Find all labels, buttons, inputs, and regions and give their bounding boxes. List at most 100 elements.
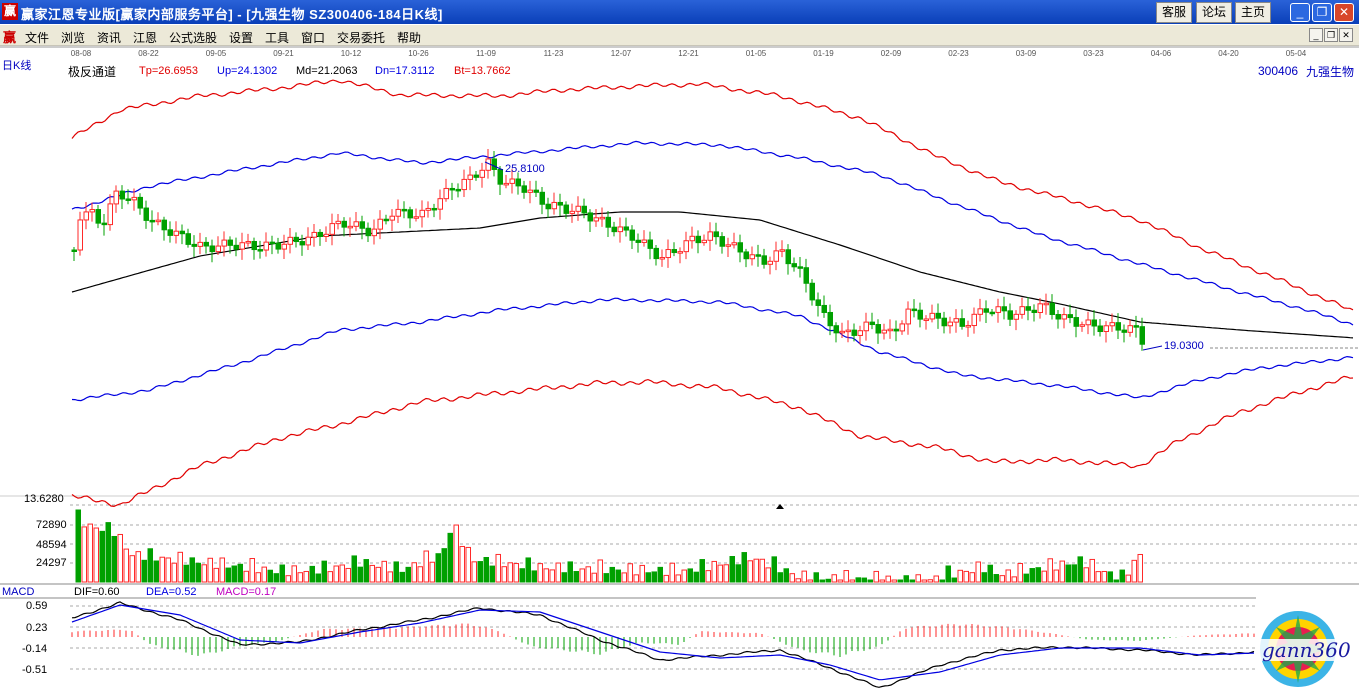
volume-bar (393, 561, 399, 583)
candle-body (965, 325, 971, 328)
candle-body (557, 201, 563, 206)
volume-bar (177, 551, 183, 583)
volume-bar (915, 574, 921, 583)
menu-gann[interactable]: 江恩 (133, 29, 157, 46)
child-minimize-icon[interactable]: _ (1309, 28, 1323, 42)
candle-body (71, 249, 77, 252)
volume-bar (315, 573, 321, 583)
volume-bar (495, 553, 501, 583)
volume-bar (483, 557, 489, 583)
menu-tools[interactable]: 工具 (265, 29, 289, 46)
volume-bar (693, 571, 699, 583)
volume-bar (573, 571, 579, 583)
candle-body (77, 219, 83, 251)
date-axis-label: 05-04 (1286, 49, 1307, 58)
candle-body (953, 318, 959, 323)
date-axis-label: 09-21 (273, 49, 294, 58)
dif-value: DIF=0.60 (74, 586, 120, 598)
menu-formula-stock-pick[interactable]: 公式选股 (169, 29, 217, 46)
candle-body (131, 196, 137, 201)
candle-body (701, 239, 707, 244)
candle-body (923, 318, 929, 321)
candle-body (629, 229, 635, 241)
volume-bar (105, 522, 111, 583)
volume-bar (963, 570, 969, 583)
volume-bar (627, 563, 633, 583)
candle-body (947, 321, 953, 327)
menu-trade-order[interactable]: 交易委托 (337, 29, 385, 46)
volume-bar (897, 579, 903, 583)
date-axis-label: 11-09 (476, 49, 496, 58)
candle-body (863, 321, 869, 332)
volume-bar (201, 564, 207, 583)
stock-code: 300406 (1258, 64, 1299, 78)
volume-bar (1053, 569, 1059, 583)
candle-body (767, 260, 773, 265)
menu-browse[interactable]: 浏览 (61, 29, 85, 46)
candle-body (443, 187, 449, 200)
menu-help[interactable]: 帮助 (397, 29, 421, 46)
candle-body (245, 240, 251, 244)
volume-bar (111, 535, 117, 583)
close-window-icon[interactable]: ✕ (1334, 3, 1354, 22)
candle-body (491, 158, 497, 170)
candle-body (185, 233, 191, 245)
menu-window[interactable]: 窗口 (301, 29, 325, 46)
volume-bar (999, 575, 1005, 583)
candle-body (179, 230, 185, 235)
volume-bar (87, 523, 93, 583)
menu-settings[interactable]: 设置 (229, 29, 253, 46)
volume-bar (681, 569, 687, 583)
volume-bar (723, 564, 729, 583)
restore-window-icon[interactable]: ❐ (1312, 3, 1332, 22)
volume-bar (411, 562, 417, 583)
volume-bar (309, 565, 315, 583)
menu-info[interactable]: 资讯 (97, 29, 121, 46)
candle-body (467, 174, 473, 180)
volume-bar (927, 579, 933, 583)
candle-body (569, 210, 575, 214)
volume-bar (273, 573, 279, 583)
volume-bar (579, 568, 585, 583)
volume-bar (687, 568, 693, 583)
customer-service-button[interactable]: 客服 (1156, 2, 1192, 23)
candle-body (527, 189, 533, 193)
volume-bar (537, 563, 543, 583)
volume-bar (597, 559, 603, 583)
candle-body (497, 168, 503, 185)
volume-bar (609, 566, 615, 583)
tp-value: Tp=26.6953 (139, 65, 199, 77)
candle-body (539, 191, 545, 205)
candle-body (1103, 325, 1109, 333)
volume-bar (507, 562, 513, 583)
homepage-button[interactable]: 主页 (1235, 2, 1271, 23)
volume-top-label: 13.6280 (24, 493, 64, 505)
volume-max-marker-icon (776, 504, 784, 509)
candle-body (731, 242, 737, 246)
volume-bar (81, 526, 87, 583)
stock-chart-area[interactable]: 08-08 08-22 09-05 09-21 10-12 10-26 11-09 11-23… (0, 46, 1359, 689)
volume-bar (831, 574, 837, 583)
window-title: 赢家江恩专业版[赢家内部服务平台] - [九强生物 SZ300406-184日K… (21, 7, 443, 22)
volume-bar (903, 575, 909, 583)
volume-bar (765, 567, 771, 583)
volume-bar (345, 567, 351, 583)
candle-body (377, 218, 383, 230)
candle-body (263, 241, 269, 251)
volume-bar (585, 566, 591, 583)
forum-button[interactable]: 论坛 (1196, 2, 1232, 23)
menu-file[interactable]: 文件 (25, 29, 49, 46)
candle-body (605, 216, 611, 228)
volume-bar (843, 570, 849, 583)
candle-body (1043, 302, 1049, 306)
candle-body (1037, 303, 1043, 314)
candle-body (785, 249, 791, 265)
candle-body (1085, 319, 1091, 326)
minimize-window-icon[interactable]: _ (1290, 3, 1310, 22)
child-restore-icon[interactable]: ❐ (1324, 28, 1338, 42)
candle-body (269, 241, 275, 245)
candle-body (317, 231, 323, 237)
candle-body (521, 185, 527, 193)
candle-body (689, 235, 695, 242)
child-close-icon[interactable]: ✕ (1339, 28, 1353, 42)
